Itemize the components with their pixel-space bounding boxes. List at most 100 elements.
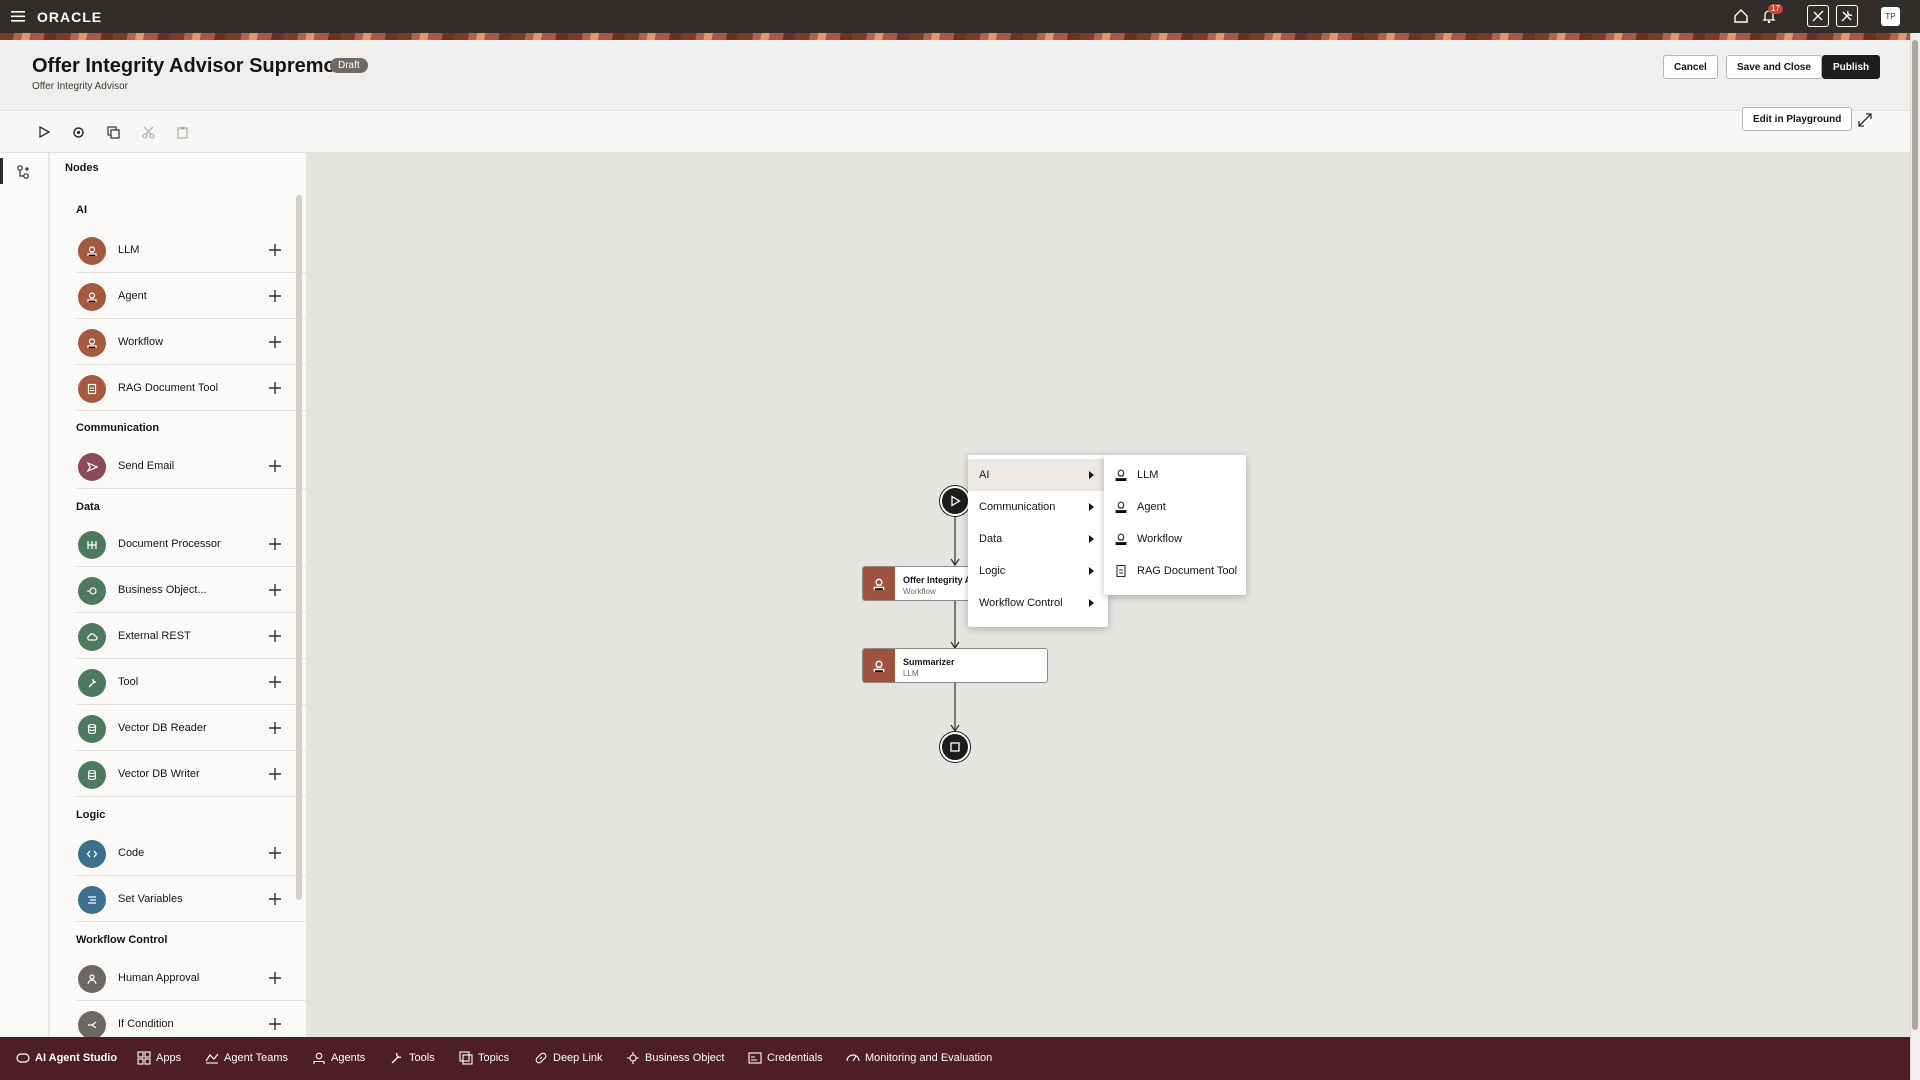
agent-icon [78,283,106,311]
palette-item-label: Document Processor [118,538,221,550]
page-subtitle: Offer Integrity Advisor [32,81,128,92]
menu-icon[interactable] [10,8,28,24]
nav-topics[interactable]: Topics [459,1050,509,1066]
nav-deep-link[interactable]: Deep Link [534,1050,603,1066]
submenu-item-llm[interactable]: LLM [1104,459,1246,491]
cancel-button[interactable]: Cancel [1663,55,1718,79]
category-workflow-control: Workflow Control [76,934,168,946]
nav-tools[interactable]: Tools [390,1050,435,1066]
nav-label: Monitoring and Evaluation [865,1052,993,1064]
palette-item-tool[interactable]: Tool [76,659,306,705]
settings-icon[interactable] [68,122,88,142]
end-node[interactable] [940,732,970,762]
rag-document-icon [78,375,106,403]
category-ai: AI [76,204,87,216]
add-icon[interactable] [266,627,284,645]
global-header: ORACLE 17 TP [0,0,1920,33]
category-data: Data [76,501,100,513]
palette-item-rag-document-tool[interactable]: RAG Document Tool [76,365,306,411]
nav-agent-teams[interactable]: Agent Teams [205,1050,288,1066]
cut-icon[interactable] [138,122,158,142]
submenu-item-workflow[interactable]: Workflow [1104,523,1246,555]
palette-item-code[interactable]: Code [76,830,306,876]
tools-icon[interactable] [1807,5,1829,27]
run-icon[interactable] [34,122,54,142]
business-object-icon [78,577,106,605]
publish-button[interactable]: Publish [1822,55,1881,79]
palette-item-business-object[interactable]: Business Object... [76,567,306,613]
expand-icon[interactable] [1856,111,1874,129]
menu-item-workflow-control[interactable]: Workflow Control [968,587,1108,619]
nav-label: Agent Teams [224,1052,289,1064]
add-icon[interactable] [266,379,284,397]
bottom-navigation: AI Agent Studio Apps Agent Teams Agents … [0,1037,1910,1080]
category-logic: Logic [76,809,106,821]
nav-credentials[interactable]: Credentials [748,1050,823,1066]
palette-item-set-variables[interactable]: Set Variables [76,876,306,922]
nav-monitoring-and-evaluation[interactable]: Monitoring and Evaluation [846,1050,992,1066]
ai-studio-icon [16,1053,30,1063]
add-icon[interactable] [266,241,284,259]
menu-item-logic[interactable]: Logic [968,555,1108,587]
palette-item-label: Send Email [118,460,175,472]
page-header: Offer Integrity Advisor Supremo Draft Of… [0,40,1910,110]
agents-icon [313,1052,325,1064]
nav-business-object[interactable]: Business Object [626,1050,724,1066]
menu-item-ai[interactable]: AI [968,459,1108,491]
palette-item-document-processor[interactable]: Document Processor [76,521,306,567]
add-icon[interactable] [266,719,284,737]
llm-node[interactable]: Summarizer LLM [862,648,1048,683]
palette-item-if-condition[interactable]: If Condition [76,1001,306,1037]
palette-item-human-approval[interactable]: Human Approval [76,955,306,1001]
palette-item-label: Code [118,847,145,859]
copy-icon[interactable] [103,122,123,142]
chevron-right-icon [1089,503,1094,511]
submenu-item-agent[interactable]: Agent [1104,491,1246,523]
palette-item-vector-db-writer[interactable]: Vector DB Writer [76,751,306,797]
tools-icon [391,1052,402,1064]
add-icon[interactable] [266,890,284,908]
user-avatar[interactable]: TP [1881,7,1900,26]
nav-apps[interactable]: Apps [137,1050,181,1066]
canvas-toolbar [0,110,1910,153]
palette-item-workflow[interactable]: Workflow [76,319,306,365]
business-object-icon [627,1052,639,1064]
nav-agents[interactable]: Agents [312,1050,365,1066]
add-icon[interactable] [266,844,284,862]
paste-icon[interactable] [172,122,192,142]
workflow-icon [863,567,895,600]
wrench-icon[interactable] [1836,5,1858,27]
palette-item-label: Business Object... [118,584,207,596]
menu-item-label: Communication [979,501,1056,513]
palette-item-send-email[interactable]: Send Email [76,443,306,489]
start-node[interactable] [940,486,970,516]
nav-label: Tools [409,1052,435,1064]
add-icon[interactable] [266,581,284,599]
node-title: Offer Integrity Ac [903,575,977,585]
add-icon[interactable] [266,969,284,987]
add-icon[interactable] [266,333,284,351]
nav-ai-agent-studio[interactable]: AI Agent Studio [16,1050,117,1066]
edit-in-playground-button[interactable]: Edit in Playground [1742,107,1853,131]
home-icon[interactable] [1730,5,1752,27]
tool-icon [78,669,106,697]
add-icon[interactable] [266,457,284,475]
add-icon[interactable] [266,287,284,305]
save-and-close-button[interactable]: Save and Close [1726,55,1822,79]
palette-item-llm[interactable]: LLM [76,227,306,273]
add-icon[interactable] [266,1015,284,1033]
add-icon[interactable] [266,765,284,783]
submenu-item-rag-document-tool[interactable]: RAG Document Tool [1104,555,1246,587]
page-scrollbar-thumb[interactable] [1912,40,1918,1030]
add-icon[interactable] [266,673,284,691]
palette-scrollbar[interactable] [296,195,302,900]
palette-item-agent[interactable]: Agent [76,273,306,319]
menu-item-data[interactable]: Data [968,523,1108,555]
add-icon[interactable] [266,535,284,553]
palette-item-vector-db-reader[interactable]: Vector DB Reader [76,705,306,751]
menu-item-communication[interactable]: Communication [968,491,1108,523]
workflow-icon [1115,533,1127,545]
palette-item-external-rest[interactable]: External REST [76,613,306,659]
nodes-panel-icon[interactable] [12,161,34,183]
workflow-canvas[interactable]: Offer Integrity Ac Workflow Summarizer L… [306,153,1910,1037]
